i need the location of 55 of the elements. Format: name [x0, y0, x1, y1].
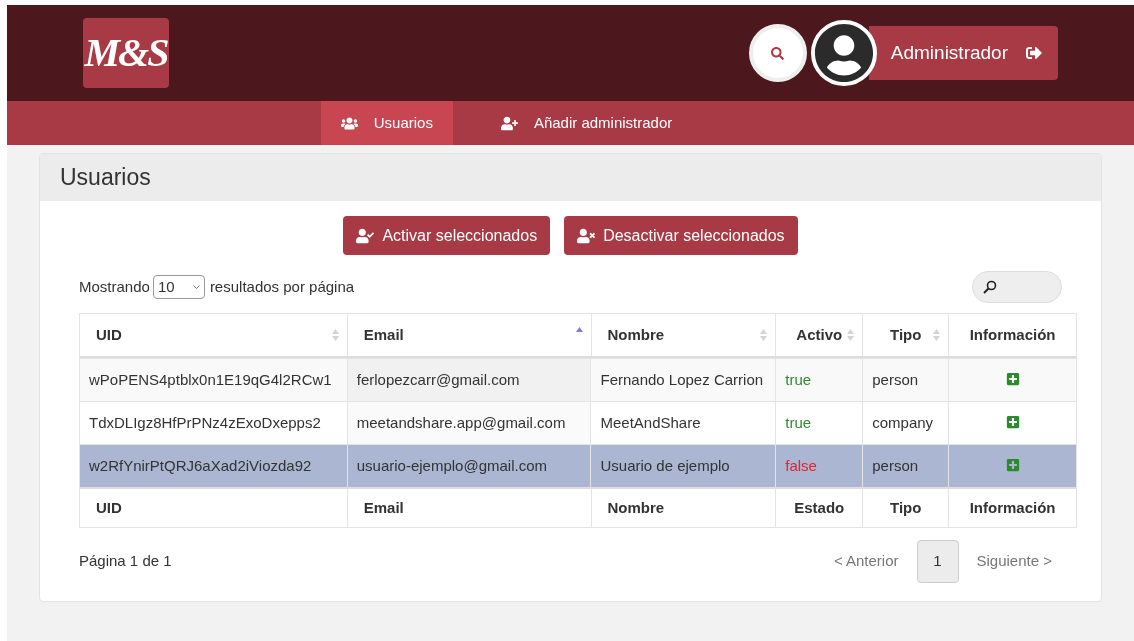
user-icon: [577, 226, 596, 245]
table-cell: meetandshare.app@gmail.com: [356, 414, 566, 431]
nav-tab[interactable]: Añadir administrador: [480, 101, 693, 145]
column-footer: UID: [96, 496, 122, 520]
chevron-down-icon: [192, 285, 200, 289]
logout-icon: [1026, 45, 1042, 61]
table-row[interactable]: TdxDLIgz8HfPrPNz4zExoDxepps2 meetandshare.app@gmail.com MeetAndShare true company: [80, 401, 1076, 444]
column-header[interactable]: UID: [80, 314, 347, 356]
table-cell: MeetAndShare: [600, 414, 701, 431]
column-footer: Email: [363, 496, 404, 520]
table-cell: person: [872, 457, 919, 474]
column-header[interactable]: Email: [346, 314, 591, 356]
table-cell: false: [785, 457, 817, 474]
action-button[interactable]: Desactivar seleccionados: [564, 216, 798, 255]
table-row[interactable]: wPoPENS4ptblx0n1E19qG4l2RCw1 ferlopezcarr@gmail.com Fernando Lopez Carrion true person: [80, 358, 1076, 401]
logo[interactable]: M&S: [83, 18, 169, 88]
table-cell: wPoPENS4ptblx0n1E19qG4l2RCw1: [89, 371, 332, 388]
previous-link[interactable]: < Anterior: [823, 550, 909, 573]
column-header[interactable]: Tipo: [862, 314, 949, 356]
table-cell: TdxDLIgz8HfPrPNz4zExoDxepps2: [89, 414, 321, 431]
search-icon: [771, 46, 785, 60]
table-cell: usuario-ejemplo@gmail.com: [356, 457, 548, 474]
column-header[interactable]: Nombre: [590, 314, 776, 356]
table-cell: w2RfYnirPtQRJ6aXad2iViozda92: [89, 457, 312, 474]
search-icon: [983, 280, 997, 294]
user-icon: [356, 226, 375, 245]
table-cell: Fernando Lopez Carrion: [600, 371, 764, 388]
table-cell: company: [872, 414, 934, 431]
column-footer: Información: [969, 496, 1056, 520]
table-row[interactable]: w2RfYnirPtQRJ6aXad2iViozda92 usuario-ejemplo@gmail.com Usuario de ejemplo false person: [80, 444, 1076, 487]
table-cell: true: [785, 371, 812, 388]
nav-tab[interactable]: Usuarios: [320, 101, 453, 145]
action-button[interactable]: Activar seleccionados: [343, 216, 551, 255]
column-footer: Tipo: [890, 496, 922, 520]
length-label: resultados por página: [209, 276, 355, 297]
column-header[interactable]: Activo: [775, 314, 863, 356]
table-cell: true: [785, 414, 812, 431]
info-plus-icon[interactable]: [1005, 372, 1020, 386]
page-button[interactable]: 1: [916, 540, 959, 583]
length-label: Mostrando: [79, 276, 150, 297]
table-cell: person: [872, 371, 919, 388]
column-header: Información: [948, 314, 1076, 356]
table-cell: Usuario de ejemplo: [600, 457, 730, 474]
user-menu-button[interactable]: Administrador: [868, 26, 1058, 80]
page-info: Página 1 de 1: [79, 551, 172, 572]
info-plus-icon[interactable]: [1005, 458, 1020, 472]
search-field[interactable]: [972, 271, 1062, 303]
panel-title: Usuarios: [60, 163, 151, 193]
table-cell: ferlopezcarr@gmail.com: [356, 371, 520, 388]
page-size-select[interactable]: 10: [152, 275, 205, 299]
info-plus-icon[interactable]: [1005, 415, 1020, 429]
search-button[interactable]: [748, 24, 807, 82]
column-footer: Nombre: [607, 496, 665, 520]
next-link[interactable]: Siguiente >: [966, 550, 1062, 573]
column-footer: Estado: [794, 496, 845, 520]
